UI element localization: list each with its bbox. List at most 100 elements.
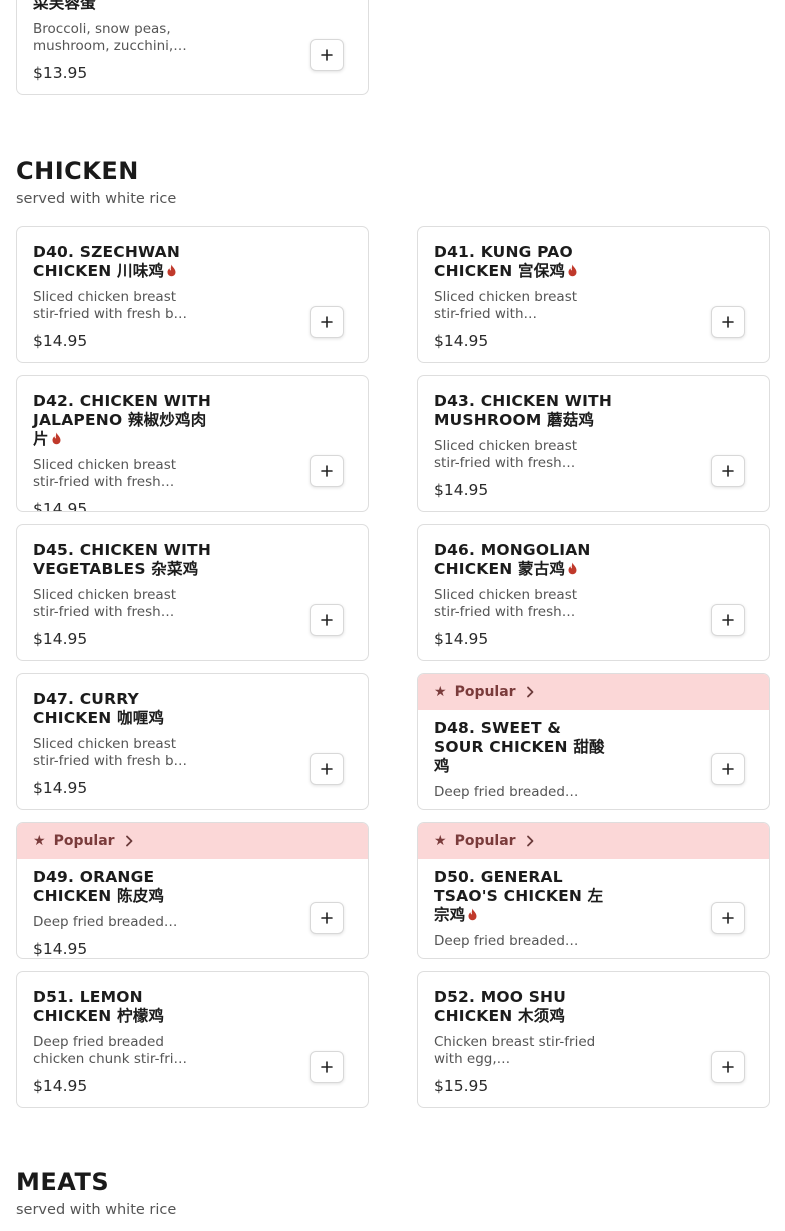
chevron-right-icon xyxy=(125,835,132,847)
menu-item-card[interactable]: D51. LEMON CHICKEN 柠檬鸡 Deep fried breade… xyxy=(16,971,369,1108)
popular-badge[interactable]: ★ Popular xyxy=(418,823,769,859)
card-body: D41. KUNG PAO CHICKEN 宫保鸡 Sliced chicken… xyxy=(418,227,769,362)
card-body: D47. CURRY CHICKEN 咖喱鸡 Sliced chicken br… xyxy=(17,674,368,809)
card-content: D41. KUNG PAO CHICKEN 宫保鸡 Sliced chicken… xyxy=(434,243,614,351)
add-to-cart-button[interactable] xyxy=(310,902,344,934)
menu-item-card[interactable]: ★ Popular D48. SWEET & SOUR CHICKEN 甜酸鸡 … xyxy=(417,673,770,810)
item-price: $14.95 xyxy=(33,332,88,350)
flame-icon xyxy=(568,562,577,575)
item-name: EGG FOO YOUNG 什菜芙蓉蛋 xyxy=(33,0,96,12)
card-body: EGG FOO YOUNG 什菜芙蓉蛋 Broccoli, snow peas,… xyxy=(17,0,368,94)
item-name: D40. SZECHWAN CHICKEN 川味鸡 xyxy=(33,243,213,281)
menu-item-card[interactable]: D45. CHICKEN WITH VEGETABLES 杂菜鸡 Sliced … xyxy=(16,524,369,661)
add-to-cart-button[interactable] xyxy=(310,1051,344,1083)
item-price: $14.95 xyxy=(33,940,88,958)
add-to-cart-button[interactable] xyxy=(711,1051,745,1083)
item-description: Chicken breast stir-fried with egg,… xyxy=(434,1034,596,1067)
card-body: D48. SWEET & SOUR CHICKEN 甜酸鸡 Deep fried… xyxy=(418,710,769,809)
item-name: D41. KUNG PAO CHICKEN 宫保鸡 xyxy=(434,243,614,281)
item-name: D47. CURRY CHICKEN 咖喱鸡 xyxy=(33,690,165,727)
add-to-cart-button[interactable] xyxy=(310,39,344,71)
menu-item-card[interactable]: ★ Popular D50. GENERAL TSAO'S CHICKEN 左宗… xyxy=(417,822,770,959)
item-name: D51. LEMON CHICKEN 柠檬鸡 xyxy=(33,988,165,1025)
menu-page: EGG FOO YOUNG 什菜芙蓉蛋 Broccoli, snow peas,… xyxy=(0,0,785,1231)
card-content: D40. SZECHWAN CHICKEN 川味鸡 Sliced chicken… xyxy=(33,243,213,351)
menu-item-card[interactable]: D40. SZECHWAN CHICKEN 川味鸡 Sliced chicken… xyxy=(16,226,369,363)
flame-icon xyxy=(167,264,176,277)
item-description: Broccoli, snow peas, mushroom, zucchini,… xyxy=(33,21,187,54)
card-content: D46. MONGOLIAN CHICKEN 蒙古鸡 Sliced chicke… xyxy=(434,541,614,649)
plus-icon xyxy=(722,912,734,924)
section-subtitle: served with white rice xyxy=(16,191,177,207)
item-description: Deep fried breaded chicken chunk stir-fr… xyxy=(33,1034,188,1067)
menu-item-card[interactable]: EGG FOO YOUNG 什菜芙蓉蛋 Broccoli, snow peas,… xyxy=(16,0,369,95)
add-to-cart-button[interactable] xyxy=(310,604,344,636)
item-description: Sliced chicken breast stir-fried with fr… xyxy=(434,438,578,471)
add-to-cart-button[interactable] xyxy=(711,455,745,487)
card-body: D45. CHICKEN WITH VEGETABLES 杂菜鸡 Sliced … xyxy=(17,525,368,660)
card-content: D52. MOO SHU CHICKEN 木须鸡 Chicken breast … xyxy=(434,988,614,1096)
item-name: D49. ORANGE CHICKEN 陈皮鸡 xyxy=(33,868,165,905)
item-name: D46. MONGOLIAN CHICKEN 蒙古鸡 xyxy=(434,541,614,579)
plus-icon xyxy=(722,614,734,626)
add-to-cart-button[interactable] xyxy=(711,753,745,785)
plus-icon xyxy=(722,1061,734,1073)
add-to-cart-button[interactable] xyxy=(711,902,745,934)
item-description: Sliced chicken breast stir-fried with fr… xyxy=(33,457,177,490)
card-content: D48. SWEET & SOUR CHICKEN 甜酸鸡 Deep fried… xyxy=(434,719,614,801)
menu-item-card[interactable]: ★ Popular D49. ORANGE CHICKEN 陈皮鸡 Deep f… xyxy=(16,822,369,959)
plus-icon xyxy=(722,465,734,477)
item-name-text: D40. SZECHWAN CHICKEN 川味鸡 xyxy=(33,243,181,280)
card-content: D43. CHICKEN WITH MUSHROOM 蘑菇鸡 Sliced ch… xyxy=(434,392,614,500)
section-title: CHICKEN xyxy=(16,157,139,185)
menu-item-card[interactable]: D43. CHICKEN WITH MUSHROOM 蘑菇鸡 Sliced ch… xyxy=(417,375,770,512)
item-price: $14.95 xyxy=(33,1077,88,1095)
item-description: Sliced chicken breast stir-fried with fr… xyxy=(33,587,177,620)
item-name-text: D41. KUNG PAO CHICKEN 宫保鸡 xyxy=(434,243,573,280)
item-name: D45. CHICKEN WITH VEGETABLES 杂菜鸡 xyxy=(33,541,211,578)
card-body: D40. SZECHWAN CHICKEN 川味鸡 Sliced chicken… xyxy=(17,227,368,362)
section-subtitle: served with white rice xyxy=(16,1202,177,1218)
card-body: D46. MONGOLIAN CHICKEN 蒙古鸡 Sliced chicke… xyxy=(418,525,769,660)
item-description: Sliced chicken breast stir-fried with fr… xyxy=(33,736,188,769)
plus-icon xyxy=(321,763,333,775)
add-to-cart-button[interactable] xyxy=(711,306,745,338)
chevron-right-icon xyxy=(526,835,533,847)
add-to-cart-button[interactable] xyxy=(310,455,344,487)
menu-item-card[interactable]: D41. KUNG PAO CHICKEN 宫保鸡 Sliced chicken… xyxy=(417,226,770,363)
plus-icon xyxy=(321,614,333,626)
add-to-cart-button[interactable] xyxy=(711,604,745,636)
chevron-right-icon xyxy=(526,686,533,698)
popular-icon: ★ xyxy=(434,833,447,849)
card-content: D45. CHICKEN WITH VEGETABLES 杂菜鸡 Sliced … xyxy=(33,541,213,649)
card-body: D49. ORANGE CHICKEN 陈皮鸡 Deep fried bread… xyxy=(17,859,368,958)
add-to-cart-button[interactable] xyxy=(310,306,344,338)
menu-item-card[interactable]: D46. MONGOLIAN CHICKEN 蒙古鸡 Sliced chicke… xyxy=(417,524,770,661)
item-price: $13.95 xyxy=(33,64,88,82)
popular-badge[interactable]: ★ Popular xyxy=(418,674,769,710)
item-description: Sliced chicken breast stir-fried with fr… xyxy=(434,587,578,620)
item-price: $15.95 xyxy=(434,1077,489,1095)
item-name: D42. CHICKEN WITH JALAPENO 辣椒炒鸡肉片 xyxy=(33,392,213,449)
item-name: D48. SWEET & SOUR CHICKEN 甜酸鸡 xyxy=(434,719,605,775)
plus-icon xyxy=(321,1061,333,1073)
item-price: $14.95 xyxy=(434,332,489,350)
item-description: Sliced chicken breast stir-fried with fr… xyxy=(33,289,188,322)
menu-item-card[interactable]: D47. CURRY CHICKEN 咖喱鸡 Sliced chicken br… xyxy=(16,673,369,810)
plus-icon xyxy=(722,763,734,775)
popular-badge-label: Popular xyxy=(454,833,516,849)
menu-item-card[interactable]: D52. MOO SHU CHICKEN 木须鸡 Chicken breast … xyxy=(417,971,770,1108)
plus-icon xyxy=(321,465,333,477)
popular-badge[interactable]: ★ Popular xyxy=(17,823,368,859)
card-body: D52. MOO SHU CHICKEN 木须鸡 Chicken breast … xyxy=(418,972,769,1107)
card-content: D47. CURRY CHICKEN 咖喱鸡 Sliced chicken br… xyxy=(33,690,213,798)
flame-icon xyxy=(568,264,577,277)
item-description: Deep fried breaded… xyxy=(434,933,579,949)
item-price: $14.95 xyxy=(33,630,88,648)
menu-item-card[interactable]: D42. CHICKEN WITH JALAPENO 辣椒炒鸡肉片 Sliced… xyxy=(16,375,369,512)
card-body: D42. CHICKEN WITH JALAPENO 辣椒炒鸡肉片 Sliced… xyxy=(17,376,368,511)
add-to-cart-button[interactable] xyxy=(310,753,344,785)
item-name: D50. GENERAL TSAO'S CHICKEN 左宗鸡 xyxy=(434,868,614,925)
item-description: Sliced chicken breast stir-fried with… xyxy=(434,289,578,322)
card-content: D50. GENERAL TSAO'S CHICKEN 左宗鸡 Deep fri… xyxy=(434,868,614,950)
